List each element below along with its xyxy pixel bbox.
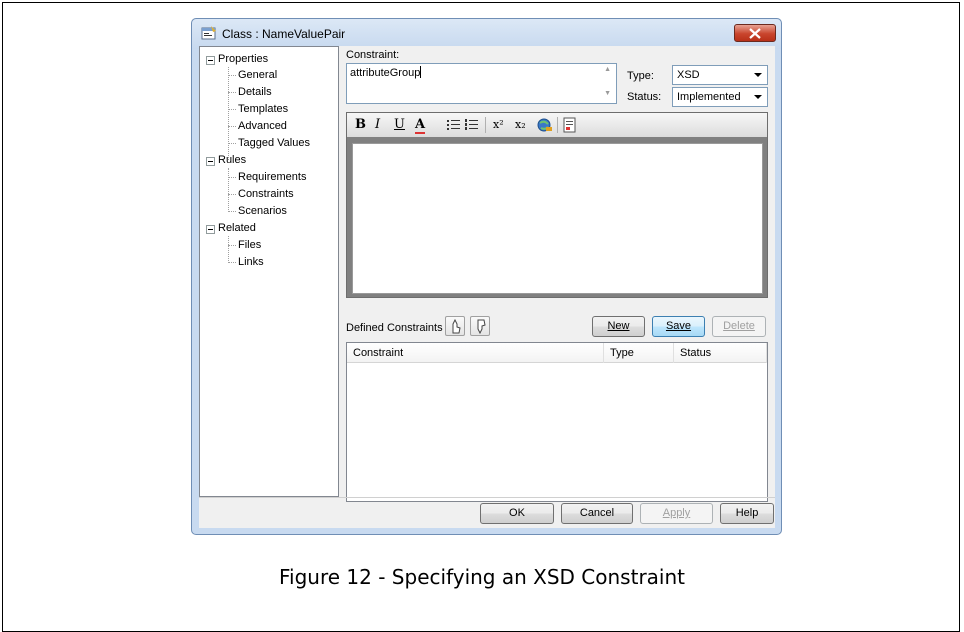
navigation-tree: Properties General Details Templates Adv…: [199, 46, 339, 497]
chevron-down-icon: [754, 73, 762, 77]
close-button[interactable]: [734, 24, 776, 42]
save-button[interactable]: Save: [652, 316, 705, 337]
dialog-title: Class : NameValuePair: [222, 27, 346, 41]
hand-up-icon: [452, 319, 461, 334]
tree-item-templates[interactable]: Templates: [238, 101, 288, 117]
tree-item-files[interactable]: Files: [238, 237, 261, 253]
constraints-panel: Constraint: attributeGroup ▲ ▼ Type: XSD…: [344, 46, 775, 502]
tree-item-requirements[interactable]: Requirements: [238, 169, 306, 185]
tree-item-tagged-values[interactable]: Tagged Values: [238, 135, 310, 151]
font-color-button[interactable]: A: [415, 117, 426, 134]
tree-connector: [228, 177, 236, 178]
move-up-button[interactable]: [445, 316, 465, 336]
tree-connector: [228, 211, 236, 212]
tree-item-constraints[interactable]: Constraints: [238, 186, 294, 202]
font-color-icon: A: [415, 117, 426, 134]
title-bar[interactable]: Class : NameValuePair: [192, 19, 781, 49]
document-icon[interactable]: [563, 117, 577, 133]
chevron-down-icon: [754, 95, 762, 99]
type-value: XSD: [677, 69, 700, 81]
tree-item-details[interactable]: Details: [238, 84, 272, 100]
hand-down-icon: [477, 319, 486, 334]
bold-button[interactable]: B: [355, 117, 366, 133]
status-value: Implemented: [677, 91, 741, 103]
notes-text-area[interactable]: [352, 143, 763, 294]
tree-connector: [228, 92, 236, 93]
tree-connector: [228, 75, 236, 76]
italic-button[interactable]: I: [375, 117, 380, 133]
tree-connector: [228, 67, 229, 160]
tree-group-related[interactable]: Related: [218, 220, 256, 236]
status-select[interactable]: Implemented: [672, 87, 768, 107]
new-button-label: New: [607, 320, 630, 332]
cancel-button[interactable]: Cancel: [561, 503, 633, 524]
tree-connector: [228, 236, 229, 261]
list-header: Constraint Type Status: [347, 343, 767, 363]
close-icon: [749, 28, 761, 39]
type-select[interactable]: XSD: [672, 65, 768, 85]
column-header-type[interactable]: Type: [604, 343, 674, 363]
help-button[interactable]: Help: [720, 503, 774, 524]
delete-button[interactable]: Delete: [712, 316, 766, 337]
hyperlink-icon[interactable]: [536, 117, 553, 133]
collapse-rules-icon[interactable]: [206, 157, 215, 166]
underline-button[interactable]: U: [394, 117, 405, 133]
apply-button-label: Apply: [662, 507, 691, 519]
scroll-down-icon[interactable]: ▼: [604, 90, 611, 97]
figure-caption: Figure 12 - Specifying an XSD Constraint: [279, 565, 685, 589]
numbered-list-icon[interactable]: [464, 118, 480, 132]
notes-editor: B I U A x² x₂: [346, 112, 768, 298]
bullet-list-icon[interactable]: [446, 118, 462, 132]
tree-connector: [228, 168, 229, 210]
subscript-button[interactable]: x₂: [515, 117, 526, 133]
tree-connector: [228, 245, 236, 246]
tree-item-general[interactable]: General: [238, 67, 277, 83]
class-properties-dialog: Class : NameValuePair Properties General…: [191, 18, 782, 535]
ok-button[interactable]: OK: [480, 503, 554, 524]
tree-item-advanced[interactable]: Advanced: [238, 118, 287, 134]
footer-divider: [199, 497, 775, 498]
class-window-icon: [201, 26, 216, 40]
defined-constraints-list[interactable]: Constraint Type Status: [346, 342, 768, 502]
status-label: Status:: [627, 91, 662, 103]
column-header-status[interactable]: Status: [674, 343, 767, 363]
formatting-toolbar: B I U A x² x₂: [347, 113, 767, 137]
constraint-name-value: attributeGroup: [350, 66, 422, 79]
toolbar-separator: [557, 117, 558, 133]
type-label: Type:: [627, 70, 654, 82]
tree-connector: [228, 126, 236, 127]
tree-group-rules[interactable]: Rules: [218, 152, 246, 168]
tree-connector: [228, 143, 236, 144]
constraint-label: Constraint:: [346, 49, 400, 61]
dialog-body: Properties General Details Templates Adv…: [199, 46, 775, 528]
scroll-up-icon[interactable]: ▲: [604, 66, 611, 73]
toolbar-separator: [485, 117, 486, 133]
new-button[interactable]: New: [592, 316, 645, 337]
move-down-button[interactable]: [470, 316, 490, 336]
save-button-label: Save: [665, 320, 692, 332]
apply-button[interactable]: Apply: [640, 503, 713, 524]
collapse-related-icon[interactable]: [206, 225, 215, 234]
delete-button-label: Delete: [723, 320, 755, 332]
tree-item-scenarios[interactable]: Scenarios: [238, 203, 287, 219]
tree-item-links[interactable]: Links: [238, 254, 264, 270]
constraint-name-input[interactable]: attributeGroup ▲ ▼: [346, 63, 617, 104]
column-header-constraint[interactable]: Constraint: [347, 343, 604, 363]
tree-connector: [228, 262, 236, 263]
tree-connector: [228, 194, 236, 195]
tree-group-properties[interactable]: Properties: [218, 51, 268, 67]
tree-connector: [228, 109, 236, 110]
collapse-properties-icon[interactable]: [206, 56, 215, 65]
superscript-button[interactable]: x²: [493, 117, 504, 133]
defined-constraints-label: Defined Constraints: [346, 322, 443, 334]
